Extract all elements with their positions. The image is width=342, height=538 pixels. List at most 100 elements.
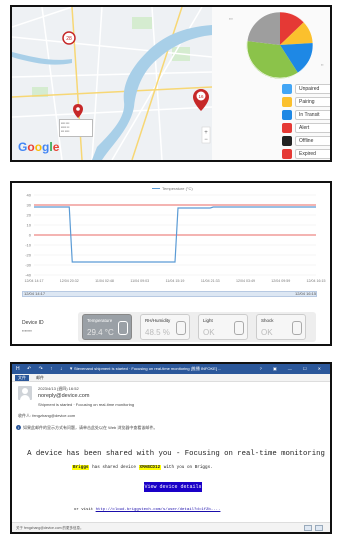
y-tick-label: -40	[25, 273, 32, 278]
sensor-value: OK	[203, 328, 215, 337]
shared-device-line: Briggs has shared device XMABCD12 with y…	[72, 465, 213, 470]
sensor-cards: Temperature 29.4 °C RH/Humidity 48.5 % L…	[78, 312, 316, 342]
email-date: 2023/4/13 (週四) 16:52	[38, 386, 79, 391]
svg-text:▪▪▪: ▪▪▪	[229, 17, 233, 21]
map-view[interactable]: 28 16 + − ▪▪▪▪ ▪▪▪ ▪▪▪▪▪ ▪▪ ▪▪▪ ▪▪▪▪ Googl…	[12, 7, 212, 160]
slider-start-label: 12/04 14:17	[24, 291, 46, 296]
status-pie-chart: ▪▪▪ ▪▪	[229, 11, 323, 79]
email-sender[interactable]: noreply@device.com	[38, 393, 89, 399]
sensor-name: Temperature	[87, 318, 113, 323]
y-tick-label: 10	[27, 223, 32, 228]
bulb-icon	[234, 321, 244, 335]
map-info-popup: ▪▪▪▪ ▪▪▪ ▪▪▪▪▪ ▪▪ ▪▪▪ ▪▪▪▪	[59, 119, 93, 137]
map-canvas: 28 16 + −	[12, 7, 212, 160]
legend-row-unpaired[interactable]: Unpaired 26	[282, 84, 330, 94]
layout-icon[interactable]	[315, 525, 323, 531]
x-tick-label: 12/04 20:32	[60, 279, 79, 283]
legend-row-pairing[interactable]: Pairing 7	[282, 97, 330, 107]
legend-label: Alert	[295, 123, 330, 133]
view-device-details-button[interactable]: View device details	[144, 482, 202, 492]
map-marker-alert[interactable]: 28	[62, 31, 76, 45]
sensor-value: 29.4 °C	[87, 328, 114, 337]
x-tick-label: 11/04 15:19	[166, 279, 185, 283]
sensor-value: 48.5 %	[145, 328, 170, 337]
email-heading: A device has been shared with you - Focu…	[27, 450, 325, 458]
visit-prefix: or visit	[74, 508, 94, 512]
legend-label: Unpaired	[295, 84, 330, 94]
email-recipient: 收件人: fengzhang@device.com	[18, 413, 76, 418]
pie-slice-offline	[247, 11, 280, 45]
menu-bar: 文件 邮件	[12, 374, 330, 382]
temperature-chart: 40 30 20 10 0 -10 -20 -30 -4012/04 14:17 12/04 20…	[25, 193, 326, 284]
email-window: H ↶ ↷ ↑ ↓ ▾ Stevenand shipment is starte…	[10, 362, 332, 534]
shared-text-tail: with you on Briggs.	[163, 465, 213, 470]
time-range-slider[interactable]	[22, 291, 317, 297]
legend-label: Pairing	[295, 97, 330, 107]
y-tick-label: -30	[25, 263, 32, 268]
x-tick-label: 11/04 02:48	[95, 279, 114, 283]
sensor-card-temperature[interactable]: Temperature 29.4 °C	[82, 314, 132, 340]
sync-icon	[282, 97, 292, 107]
brand-name: Briggs	[72, 465, 90, 470]
title-bar: H ↶ ↷ ↑ ↓ ▾ Stevenand shipment is starte…	[12, 364, 330, 374]
droplet-icon	[176, 321, 186, 335]
device-id-label: Device ID	[22, 320, 44, 326]
window-title: Stevenand shipment is started · Focusing…	[74, 366, 222, 371]
power-icon	[282, 136, 292, 146]
slider-end-label: 12/04 16:15	[295, 291, 317, 296]
x-tick-label: 11/04 09:03	[130, 279, 149, 283]
x-tick-label: 12/04 09:59	[271, 279, 290, 283]
svg-text:−: −	[204, 137, 208, 143]
shared-text: has shared device	[92, 465, 136, 470]
x-tick-label: 12/04 16:15	[307, 279, 326, 283]
legend-row-expired[interactable]: Expired 3	[282, 149, 330, 159]
svg-text:16: 16	[198, 94, 204, 99]
menu-file[interactable]: 文件	[15, 375, 29, 381]
x-tick-label: 12/04 14:17	[25, 279, 44, 283]
legend-label: In Transit	[295, 110, 330, 120]
y-tick-label: 0	[29, 233, 32, 238]
quick-access-toolbar[interactable]: H ↶ ↷ ↑ ↓ ▾	[16, 364, 75, 374]
sensor-name: Light	[203, 318, 213, 323]
menu-message[interactable]: 邮件	[36, 374, 44, 382]
device-name: XMABCD12	[138, 465, 162, 470]
y-tick-label: -20	[25, 253, 32, 258]
truck-icon	[282, 110, 292, 120]
svg-text:+: +	[204, 130, 208, 136]
sensor-name: Shock	[261, 318, 274, 323]
shock-icon	[292, 321, 302, 335]
people-pane-icon[interactable]	[304, 525, 312, 531]
legend-label: Offline	[295, 136, 330, 146]
sensor-card-humidity[interactable]: RH/Humidity 48.5 %	[140, 314, 190, 340]
device-monitor-panel: Temperature (°C) 40 30 20 10 0 -10 -20 -30 -40 12…	[10, 181, 332, 346]
link-icon	[282, 84, 292, 94]
visit-line: or visit http://cloud.briggstech.com/s/u…	[74, 508, 220, 512]
visit-link[interactable]: http://cloud.briggstech.com/s/user/detai…	[96, 508, 221, 512]
status-bar: 关于 fengzhang@device.com 的更多信息。	[12, 522, 330, 532]
status-text: 关于 fengzhang@device.com 的更多信息。	[16, 526, 84, 530]
legend-row-offline[interactable]: Offline 3	[282, 136, 330, 146]
sensor-name: RH/Humidity	[145, 318, 171, 323]
device-id-value: ▪▪▪▪▪▪▪	[22, 328, 32, 333]
legend-row-in-transit[interactable]: In Transit 16	[282, 110, 330, 120]
avatar	[18, 386, 32, 400]
thermometer-icon	[118, 321, 128, 335]
legend-row-alert[interactable]: Alert 28	[282, 123, 330, 133]
fleet-map-panel: 28 16 + − ▪▪▪▪ ▪▪▪ ▪▪▪▪▪ ▪▪ ▪▪▪ ▪▪▪▪ Googl…	[10, 5, 332, 162]
info-bar-text: 如果此邮件的显示方式有问题，请单击此处以在 Web 浏览器中查看该邮件。	[23, 425, 158, 430]
info-bar[interactable]: i 如果此邮件的显示方式有问题，请单击此处以在 Web 浏览器中查看该邮件。	[16, 425, 157, 431]
y-tick-label: 20	[27, 213, 32, 218]
alert-icon	[282, 123, 292, 133]
y-tick-label: 40	[27, 193, 32, 198]
legend-label: Expired	[295, 149, 330, 159]
sensor-card-light[interactable]: Light OK	[198, 314, 248, 340]
svg-text:▪▪: ▪▪	[321, 63, 323, 67]
x-tick-label: 12/04 03:49	[236, 279, 255, 283]
sensor-card-shock[interactable]: Shock OK	[256, 314, 306, 340]
window-controls[interactable]: ? ▣ — ☐ ✕	[260, 364, 326, 374]
info-icon: i	[16, 425, 21, 430]
y-tick-label: -10	[25, 243, 32, 248]
sensor-value: OK	[261, 328, 273, 337]
google-logo: Google	[18, 140, 60, 154]
email-subject: Shipment is started · Focusing on real-t…	[38, 402, 135, 407]
